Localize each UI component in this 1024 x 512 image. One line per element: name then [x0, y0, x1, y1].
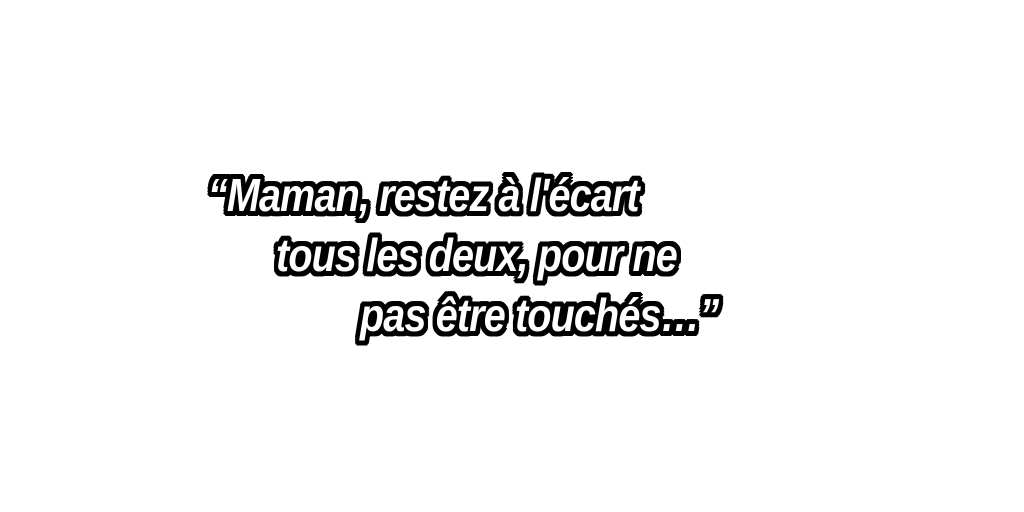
quote-line-1: “Maman, restez à l'écart: [208, 169, 640, 221]
quote-line-2: tous les deux, pour ne: [276, 229, 678, 281]
quote-line-3: pas être touchés…”: [360, 289, 719, 341]
caption-canvas: “Maman, restez à l'écart tous les deux, …: [0, 0, 1024, 512]
